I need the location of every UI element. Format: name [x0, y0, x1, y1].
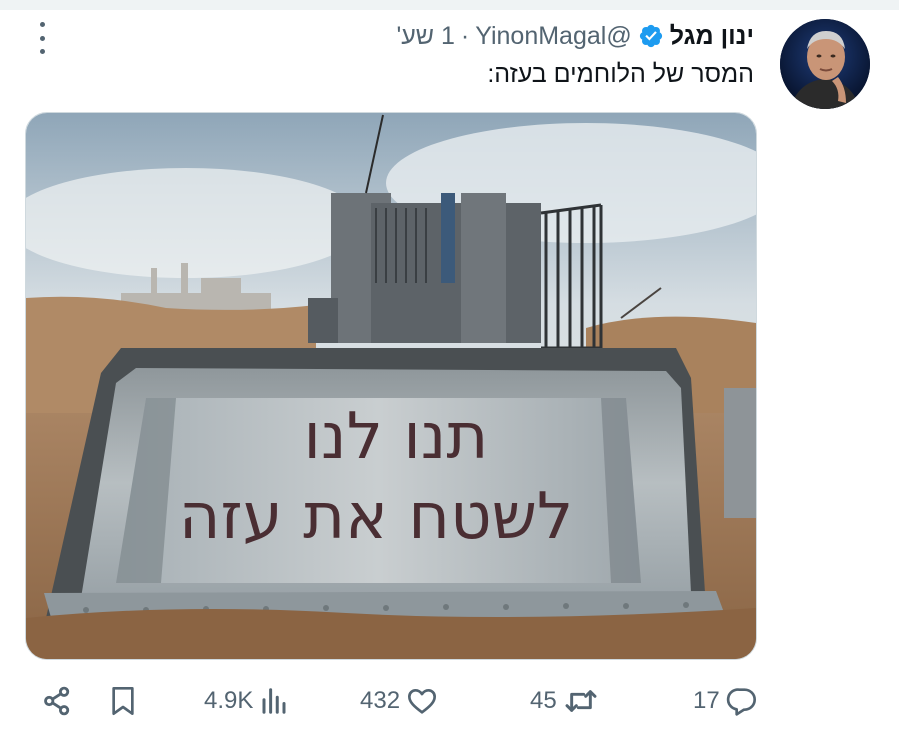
- likes-count: 432: [360, 687, 401, 714]
- bookmark-icon: [112, 687, 134, 715]
- tweet-header: ינון מגל @YinonMagal · 1 שע': [396, 18, 754, 54]
- reply-icon: [726, 688, 756, 716]
- author-handle[interactable]: @YinonMagal: [475, 22, 632, 51]
- views-icon: [262, 688, 286, 714]
- top-divider: [0, 0, 899, 10]
- like-icon: [408, 689, 437, 714]
- retweet-icon: [565, 690, 597, 712]
- avatar[interactable]: [780, 19, 870, 109]
- tweet-image[interactable]: תנו לנו לשטח את עזה: [25, 112, 757, 660]
- replies-count: 17: [693, 687, 720, 714]
- views-button[interactable]: 4.9K: [204, 675, 289, 727]
- share-icon: [44, 686, 70, 716]
- action-bar: 4.9K 432 45 17: [0, 675, 899, 727]
- retweet-button[interactable]: 45: [530, 675, 599, 727]
- views-count: 4.9K: [204, 687, 254, 714]
- blade-graffiti-line-2: לשטח את עזה: [179, 480, 574, 554]
- retweets-count: 45: [530, 687, 557, 714]
- more-icon[interactable]: [30, 22, 54, 54]
- like-button[interactable]: 432: [360, 675, 438, 727]
- author-name[interactable]: ינון מגל: [670, 22, 754, 51]
- post-time[interactable]: 1 שע': [396, 22, 454, 51]
- blade-graffiti-line-1: תנו לנו: [304, 400, 489, 474]
- reply-button[interactable]: 17: [693, 675, 758, 727]
- bulldozer-photo: תנו לנו לשטח את עזה: [26, 113, 756, 659]
- tweet-text: המסר של הלוחמים בעזה:: [487, 60, 754, 88]
- verified-icon: [639, 24, 662, 48]
- bookmark-button[interactable]: [107, 675, 139, 727]
- header-separator: ·: [460, 21, 470, 50]
- share-button[interactable]: [40, 675, 74, 727]
